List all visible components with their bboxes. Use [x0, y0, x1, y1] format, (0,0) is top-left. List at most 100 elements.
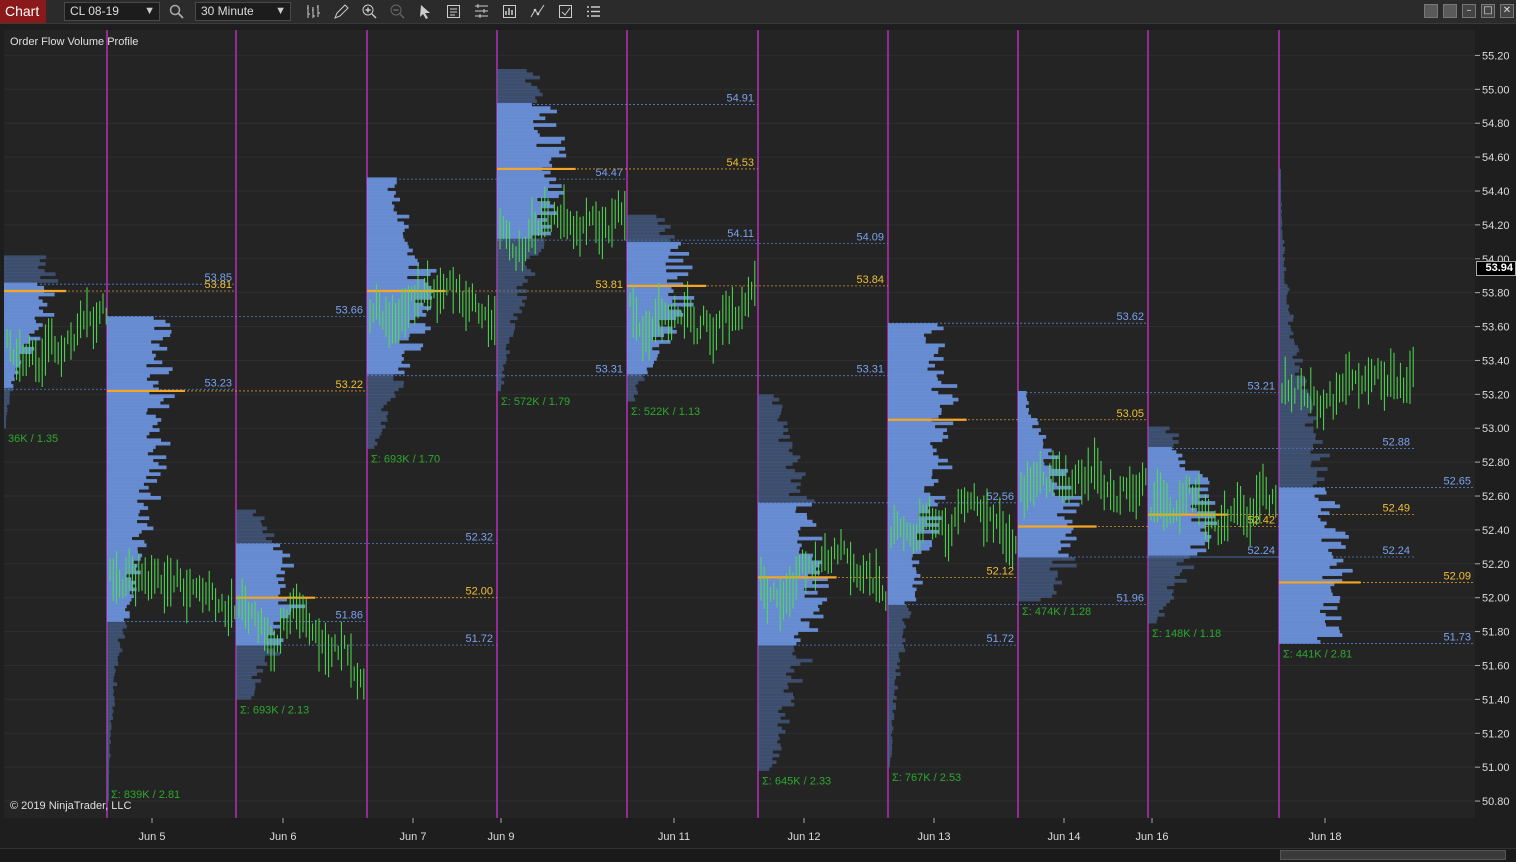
session-volume-stat: Σ: 572K / 1.79 [501, 396, 570, 408]
profile-row [758, 658, 813, 663]
profile-row [1279, 558, 1344, 563]
profile-row [758, 760, 777, 765]
tile-icon[interactable] [1424, 4, 1438, 18]
profile-row [758, 638, 801, 643]
profile-row [497, 380, 505, 385]
profile-row [497, 336, 510, 341]
profile-row [1279, 565, 1330, 570]
profile-row [497, 357, 507, 361]
zoom-out-icon[interactable] [389, 3, 406, 20]
profile-row [497, 99, 537, 104]
profile-row [1148, 562, 1177, 566]
profile-row [367, 201, 393, 205]
search-icon[interactable] [168, 3, 185, 20]
strategies-icon[interactable] [501, 3, 518, 20]
profile-row [1148, 551, 1198, 556]
profile-row [107, 407, 148, 412]
properties-icon[interactable] [473, 3, 490, 20]
profile-row [758, 689, 784, 693]
profile-row [627, 357, 657, 361]
profile-row [888, 390, 939, 395]
profile-row [4, 296, 39, 300]
profile-row [1279, 311, 1290, 315]
price-axis[interactable]: 55.20 55.00 54.80 54.60 54.40 54.20 54.00 53.80… [1475, 30, 1516, 818]
profile-row [1148, 460, 1186, 465]
profile-row [758, 553, 813, 558]
bar-type-icon[interactable] [305, 3, 322, 20]
interval-selector[interactable]: 30 Minute ▼ [195, 2, 291, 21]
profile-row [107, 767, 109, 771]
profile-row [497, 343, 507, 348]
profile-row [888, 611, 912, 615]
profile-row [758, 746, 782, 751]
profile-row [1148, 579, 1187, 583]
profile-row [1148, 470, 1200, 475]
pointer-icon[interactable] [417, 3, 434, 20]
profile-row [497, 377, 502, 382]
minimize-icon[interactable]: – [1462, 4, 1476, 18]
profile-row [888, 516, 942, 521]
profile-row [107, 770, 110, 775]
profile-row [1279, 365, 1300, 370]
profile-row [107, 658, 118, 663]
profile-row [1279, 457, 1321, 461]
profile-row [497, 241, 545, 246]
indicators-icon[interactable] [529, 3, 546, 20]
profile-row [888, 340, 926, 344]
profile-row [4, 384, 14, 388]
profile-row [758, 763, 773, 768]
instrument-selector[interactable]: CL 08-19 ▼ [64, 2, 160, 21]
profile-row [107, 550, 138, 554]
price-axis-ticks: 55.2055.0054.8054.6054.4054.2054.0053.80… [1475, 50, 1510, 808]
profile-row [758, 519, 813, 524]
profile-row [367, 251, 408, 256]
profile-row [888, 496, 946, 500]
time-tick-label: Jun 7 [400, 831, 427, 843]
profile-row [888, 658, 901, 663]
profile-row [1148, 450, 1177, 454]
profile-row [1279, 287, 1290, 292]
profile-row [367, 435, 380, 439]
profile-row [888, 641, 903, 646]
profile-row [107, 411, 147, 415]
chart-tab[interactable]: Chart [0, 0, 46, 23]
profile-row [107, 645, 121, 649]
profile-row [497, 340, 510, 344]
profile-row [236, 546, 274, 551]
menu-list-icon[interactable] [585, 3, 602, 20]
profile-row [888, 563, 913, 568]
profile-row [1279, 274, 1285, 278]
draw-pencil-icon[interactable] [333, 3, 350, 20]
profile-row [758, 546, 800, 551]
profile-row [1148, 521, 1218, 526]
data-box-icon[interactable] [445, 3, 462, 20]
profile-row [627, 275, 678, 280]
profile-row [888, 648, 906, 653]
profile-row [497, 79, 526, 83]
zoom-in-icon[interactable] [361, 3, 378, 20]
profile-row [1279, 541, 1342, 546]
profile-row [1148, 602, 1167, 607]
scrollbar-thumb[interactable] [1280, 850, 1506, 860]
profile-row [107, 404, 170, 409]
order-flow-chart[interactable]: 53.8553.2353.8136K / 1.3553.6651.8653.22… [4, 30, 1475, 818]
time-axis[interactable]: Jun 5 Jun 6 Jun 7 Jun 9 Jun 11 Jun 12 Jun 13 Ju… [4, 818, 1475, 848]
tile-icon[interactable] [1443, 4, 1457, 18]
profile-row [758, 665, 791, 670]
profile-row [4, 401, 10, 405]
profile-row [367, 241, 408, 246]
close-icon[interactable]: ✕ [1500, 4, 1514, 18]
profile-row [367, 380, 404, 385]
profile-row [367, 184, 395, 188]
profile-row [758, 414, 780, 419]
chart-panel[interactable]: 53.85 53.23 53.81 36K / 1.35 53.66 51.86 53.22… [4, 30, 1475, 818]
vah-label: 53.66 [335, 304, 363, 316]
profile-row [627, 279, 667, 283]
profile-row [888, 668, 896, 673]
profile-row [1279, 629, 1340, 634]
profile-row [107, 431, 150, 436]
profile-row [758, 648, 795, 653]
templates-icon[interactable] [557, 3, 574, 20]
maximize-icon[interactable]: □ [1481, 4, 1495, 18]
profile-row [236, 553, 291, 558]
